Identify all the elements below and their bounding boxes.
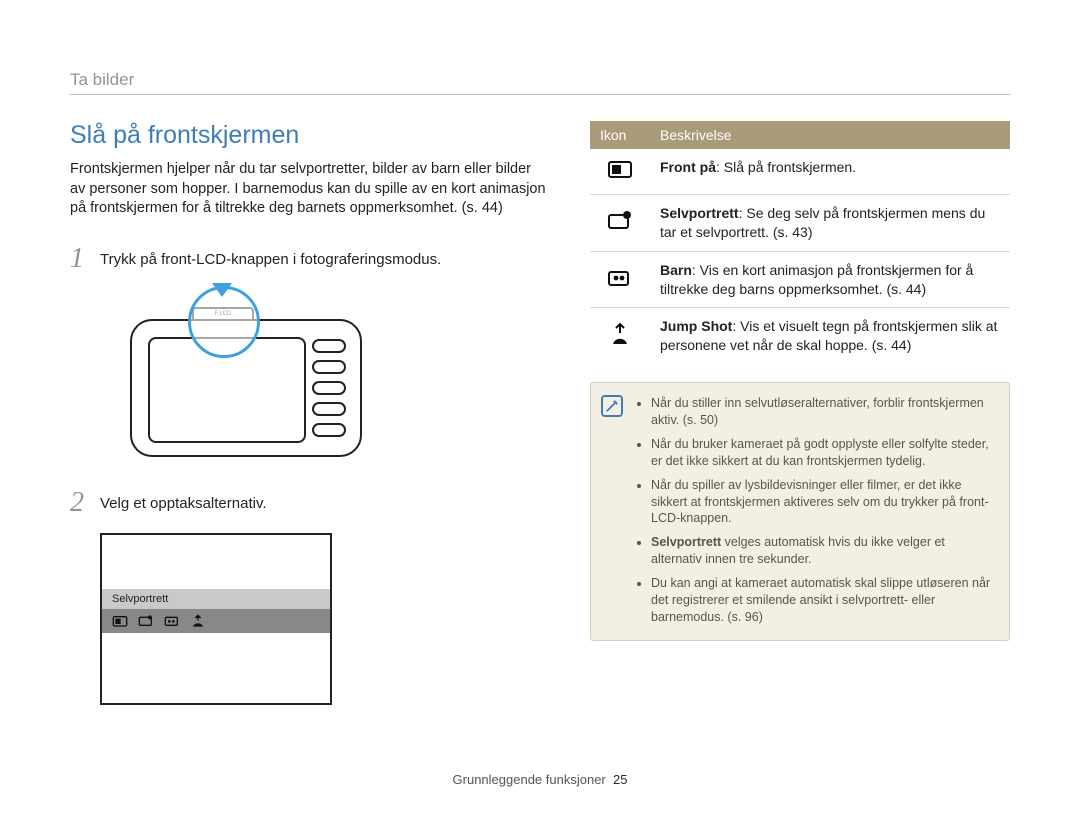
note-item: Du kan angi at kameraet automatisk skal …: [651, 575, 995, 626]
children-icon: [164, 614, 180, 628]
camera-illustration: F.LCD: [100, 289, 380, 459]
breadcrumb: Ta bilder: [70, 70, 1010, 95]
selfie-icon: [138, 614, 154, 628]
table-header-icon: Ikon: [590, 121, 650, 149]
note-item: Når du stiller inn selvutløseralternativ…: [651, 395, 995, 429]
option-selected-label: Selvportrett: [102, 589, 330, 609]
step-2-text: Velg et opptaksalternativ.: [100, 489, 267, 512]
step-2-number: 2: [70, 489, 90, 517]
row-bold: Jump Shot: [660, 318, 732, 334]
children-icon: [607, 266, 633, 293]
table-row: Barn: Vis en kort animasjon på frontskje…: [590, 251, 1010, 308]
note-item: Når du spiller av lysbildevisninger elle…: [651, 477, 995, 528]
section-title: Slå på frontskjermen: [70, 121, 550, 150]
icon-description-table: Ikon Beskrivelse Front på: Slå på fronts…: [590, 121, 1010, 364]
table-row: Front på: Slå på frontskjermen.: [590, 149, 1010, 194]
front-on-icon: [607, 158, 633, 185]
note-item: Når du bruker kameraet på godt opplyste …: [651, 436, 995, 470]
front-on-icon: [112, 614, 128, 628]
note-box: Når du stiller inn selvutløseralternativ…: [590, 382, 1010, 641]
row-bold: Selvportrett: [660, 205, 739, 221]
step-1-text: Trykk på front-LCD-knappen i fotograferi…: [100, 245, 441, 268]
note-item: Selvportrett velges automatisk hvis du i…: [651, 534, 995, 568]
row-text: : Slå på frontskjermen.: [716, 159, 856, 175]
arrow-down-icon: [212, 283, 232, 297]
intro-text: Frontskjermen hjelper når du tar selvpor…: [70, 160, 550, 219]
row-text: : Vis en kort animasjon på frontskjermen…: [660, 262, 973, 297]
row-bold: Front på: [660, 159, 716, 175]
footer-section: Grunnleggende funksjoner: [453, 772, 606, 787]
selfie-icon: [607, 209, 633, 236]
jumpshot-icon: [609, 322, 631, 351]
note-icon: [601, 395, 623, 417]
jumpshot-icon: [190, 614, 206, 628]
row-bold: Barn: [660, 262, 692, 278]
table-row: Selvportrett: Se deg selv på frontskjerm…: [590, 194, 1010, 251]
option-menu-illustration: Selvportrett: [100, 533, 332, 705]
page-footer: Grunnleggende funksjoner 25: [0, 772, 1080, 787]
table-header-description: Beskrivelse: [650, 121, 1010, 149]
page-number: 25: [613, 772, 627, 787]
step-1-number: 1: [70, 245, 90, 273]
table-row: Jump Shot: Vis et visuelt tegn på fronts…: [590, 308, 1010, 364]
